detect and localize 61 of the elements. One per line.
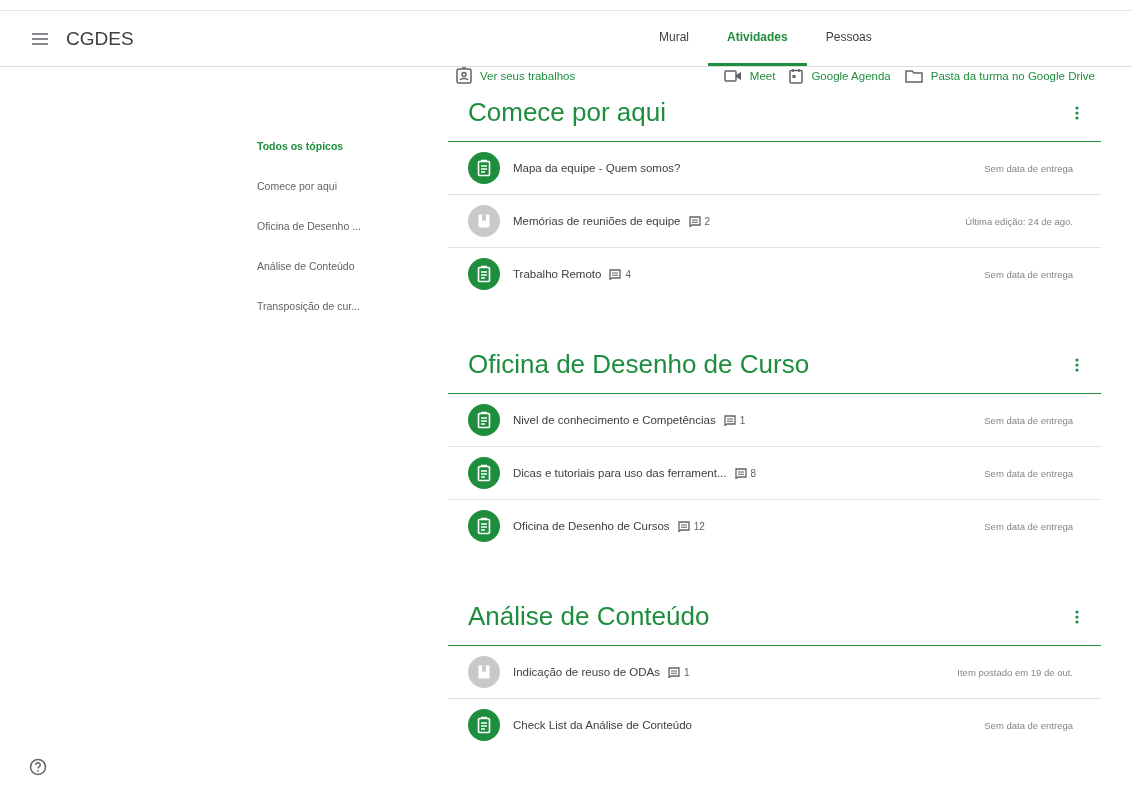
more-options-icon[interactable] (1075, 105, 1079, 120)
classwork-item[interactable]: Nivel de conhecimento e Competências 1 Sem data de entrega (448, 394, 1101, 447)
class-name: CGDES (66, 27, 134, 50)
topic-link[interactable]: Comece por aqui (257, 179, 448, 193)
more-options-icon[interactable] (1075, 609, 1079, 624)
folder-icon (904, 68, 923, 83)
menu-icon[interactable] (32, 32, 48, 45)
help-icon[interactable] (29, 758, 47, 776)
your-work-link[interactable]: Ver seus trabalhos (456, 67, 576, 84)
comment-count: 2 (704, 215, 711, 227)
item-status: Última edição: 24 de ago. (965, 215, 1073, 227)
toolbar-link[interactable]: Pasta da turma no Google Drive (904, 67, 1095, 84)
item-title: Mapa da equipe - Quem somos? (513, 162, 681, 174)
item-status: Sem data de entrega (984, 719, 1073, 731)
item-title: Dicas e tutoriais para uso das ferrament... (513, 467, 727, 479)
tab[interactable]: Pessoas (806, 11, 891, 66)
comment-icon (734, 467, 747, 479)
tab[interactable]: Mural (640, 11, 708, 66)
item-status: Sem data de entrega (984, 268, 1073, 280)
topic-link[interactable]: Todos os tópicos (257, 139, 448, 153)
video-camera-icon (723, 69, 742, 82)
item-status: Sem data de entrega (984, 520, 1073, 532)
classwork-item[interactable]: Dicas e tutoriais para uso das ferrament... 8 Sem data de entrega (448, 447, 1101, 500)
comment-icon (688, 215, 701, 227)
comment-icon (723, 414, 736, 426)
toolbar-link[interactable]: Meet (723, 67, 776, 84)
classwork-item[interactable]: Mapa da equipe - Quem somos? Sem data de entrega (448, 142, 1101, 195)
topic-link[interactable]: Análise de Conteúdo (257, 259, 448, 273)
item-title: Check List da Análise de Conteúdo (513, 719, 692, 731)
comment-count: 1 (739, 414, 746, 426)
item-status: Sem data de entrega (984, 162, 1073, 174)
classwork-item[interactable]: Check List da Análise de Conteúdo Sem data de entrega (448, 699, 1101, 751)
more-options-icon[interactable] (1075, 357, 1079, 372)
comment-icon (677, 520, 690, 532)
item-status: Sem data de entrega (984, 467, 1073, 479)
classwork-item[interactable]: Memórias de reuniões de equipe 2 Última edição: 24 de ago. (448, 195, 1101, 248)
topic-link[interactable]: Oficina de Desenho ... (257, 219, 448, 233)
comment-count: 8 (750, 467, 757, 479)
comment-count: 1 (684, 666, 690, 678)
topic-title: Oficina de Desenho de Curso (468, 349, 810, 380)
item-title: Indicação de reuso de ODAs (513, 666, 661, 678)
item-status: Sem data de entrega (984, 414, 1073, 426)
item-title: Trabalho Remoto (513, 268, 602, 280)
comment-count: 4 (625, 268, 631, 280)
tab[interactable]: Atividades (708, 11, 807, 66)
calendar-icon (789, 67, 804, 84)
classwork-item[interactable]: Oficina de Desenho de Cursos 12 Sem data de entrega (448, 500, 1101, 552)
item-status: Item postado em 19 de out. (957, 666, 1073, 678)
item-title: Oficina de Desenho de Cursos (513, 520, 670, 532)
comment-icon (609, 268, 622, 280)
classwork-item[interactable]: Indicação de reuso de ODAs 1 Item postado em 19 de out. (448, 646, 1101, 699)
topic-link[interactable]: Transposição de cur... (257, 299, 448, 313)
topic-title: Comece por aqui (468, 97, 666, 128)
comment-icon (668, 666, 681, 678)
clipboard-icon (456, 67, 472, 84)
comment-count: 12 (693, 520, 705, 532)
item-title: Memórias de reuniões de equipe (513, 215, 681, 227)
classwork-item[interactable]: Trabalho Remoto 4 Sem data de entrega (448, 248, 1101, 300)
item-title: Nivel de conhecimento e Competências (513, 414, 716, 426)
toolbar-link[interactable]: Google Agenda (789, 67, 891, 84)
topic-title: Análise de Conteúdo (468, 601, 710, 632)
